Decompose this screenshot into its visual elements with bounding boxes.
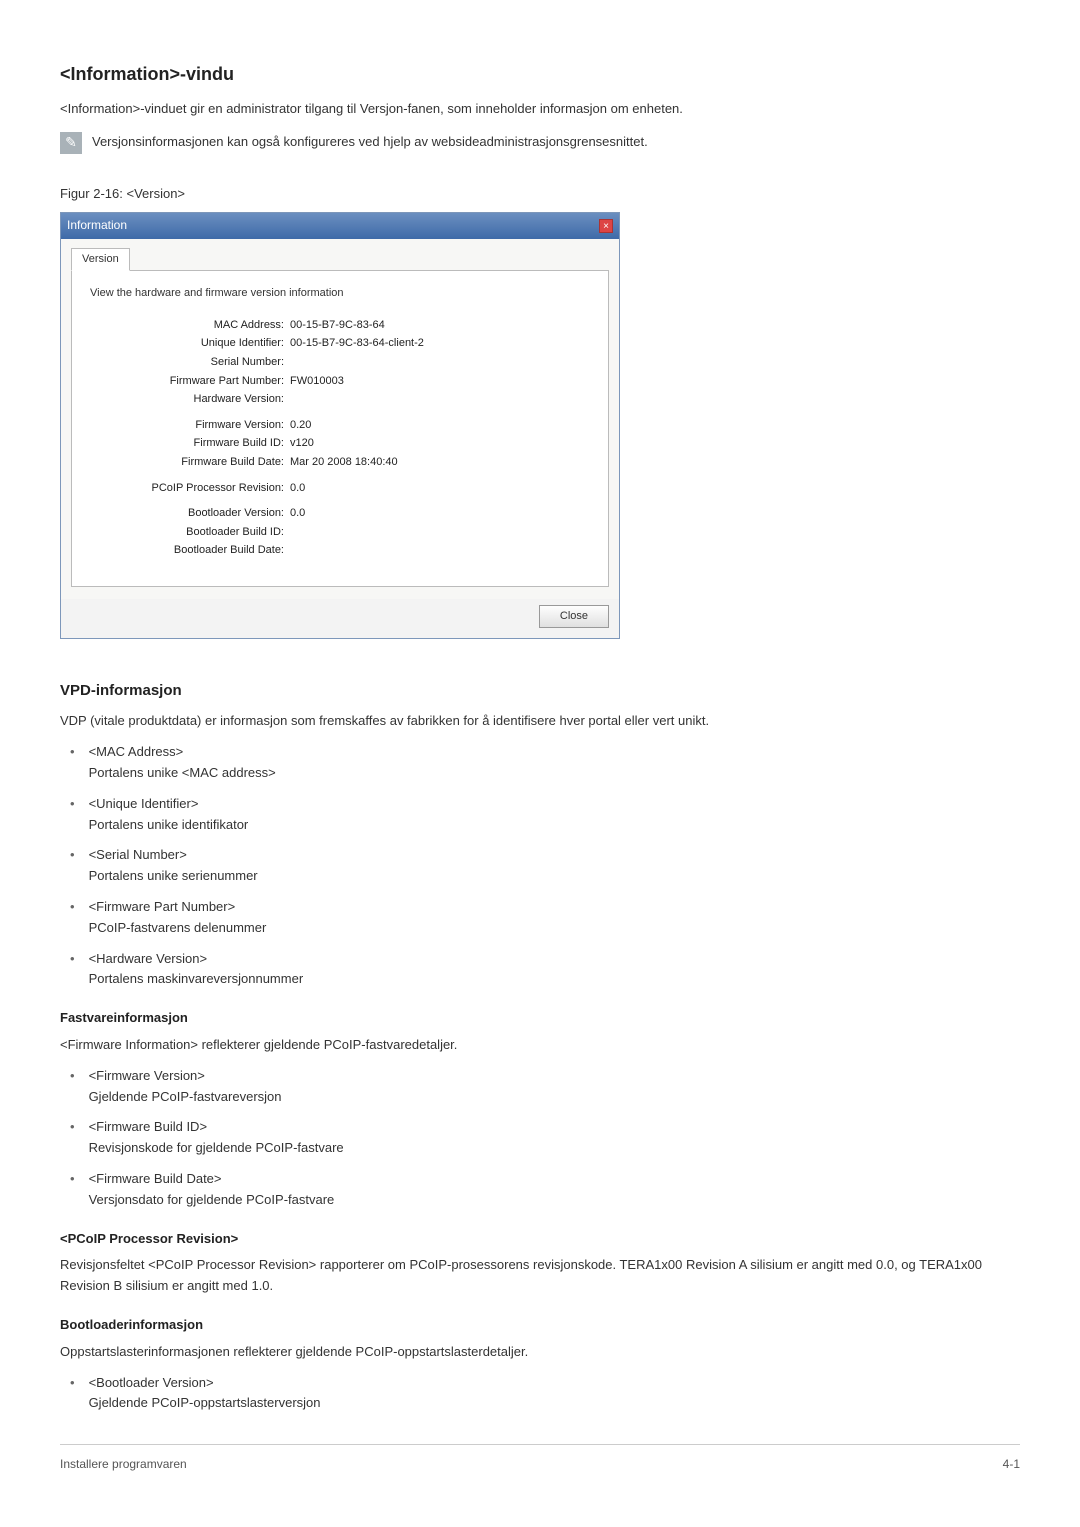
bullet-icon: • — [70, 1066, 75, 1087]
bullet-icon: • — [70, 897, 75, 918]
info-label: Serial Number: — [90, 354, 290, 372]
list-item: • <Bootloader Version>Gjeldende PCoIP-opp… — [70, 1373, 1020, 1415]
info-row: Bootloader Version:0.0 — [90, 505, 590, 523]
tab-version[interactable]: Version — [71, 248, 130, 272]
info-row: MAC Address:00-15-B7-9C-83-64 — [90, 317, 590, 335]
info-label: Firmware Build Date: — [90, 454, 290, 472]
tab-content: View the hardware and firmware version i… — [71, 270, 609, 587]
info-value: Mar 20 2008 18:40:40 — [290, 454, 398, 472]
heading-vpd: VPD-informasjon — [60, 679, 1020, 703]
info-label: PCoIP Processor Revision: — [90, 480, 290, 498]
vpd-intro: VDP (vitale produktdata) er informasjon … — [60, 711, 1020, 732]
info-value: v120 — [290, 435, 314, 453]
bullet-icon: • — [70, 949, 75, 970]
item-title: <Unique Identifier> — [89, 794, 1020, 815]
info-row: Bootloader Build ID: — [90, 524, 590, 542]
heading-pcoip: <PCoIP Processor Revision> — [60, 1229, 1020, 1250]
bullet-icon: • — [70, 845, 75, 866]
item-desc: PCoIP-fastvarens delenummer — [89, 918, 1020, 939]
item-desc: Revisjonskode for gjeldende PCoIP-fastva… — [89, 1138, 1020, 1159]
item-title: <Firmware Version> — [89, 1066, 1020, 1087]
bullet-icon: • — [70, 1169, 75, 1190]
fastvare-intro: <Firmware Information> reflekterer gjeld… — [60, 1035, 1020, 1056]
dialog-titlebar: Information × — [61, 213, 619, 238]
item-title: <Firmware Part Number> — [89, 897, 1020, 918]
info-label: Bootloader Version: — [90, 505, 290, 523]
list-item: • <Firmware Build Date>Versjonsdato for g… — [70, 1169, 1020, 1211]
info-value: FW010003 — [290, 373, 344, 391]
info-row: Unique Identifier:00-15-B7-9C-83-64-clie… — [90, 335, 590, 353]
figure-caption: Figur 2-16: <Version> — [60, 184, 1020, 205]
close-button[interactable]: Close — [539, 605, 609, 629]
page-footer: Installere programvaren 4-1 — [60, 1444, 1020, 1474]
info-label: Bootloader Build ID: — [90, 524, 290, 542]
page-title: <Information>-vindu — [60, 60, 1020, 89]
heading-bootloader: Bootloaderinformasjon — [60, 1315, 1020, 1336]
info-value: 00-15-B7-9C-83-64-client-2 — [290, 335, 424, 353]
bullet-icon: • — [70, 1373, 75, 1394]
bootloader-intro: Oppstartslasterinformasjonen reflekterer… — [60, 1342, 1020, 1363]
info-label: Firmware Build ID: — [90, 435, 290, 453]
item-desc: Gjeldende PCoIP-oppstartslasterversjon — [89, 1393, 1020, 1414]
item-title: <Firmware Build ID> — [89, 1117, 1020, 1138]
item-title: <Firmware Build Date> — [89, 1169, 1020, 1190]
info-label: Hardware Version: — [90, 391, 290, 409]
dialog-title: Information — [67, 216, 127, 235]
info-label: Unique Identifier: — [90, 335, 290, 353]
info-row: Firmware Build Date:Mar 20 2008 18:40:40 — [90, 454, 590, 472]
list-item: • <Hardware Version>Portalens maskinvarev… — [70, 949, 1020, 991]
dialog-description: View the hardware and firmware version i… — [90, 285, 590, 303]
list-item: • <Firmware Part Number>PCoIP-fastvarens … — [70, 897, 1020, 939]
list-item: • <Firmware Version>Gjeldende PCoIP-fastv… — [70, 1066, 1020, 1108]
info-value: 0.0 — [290, 505, 305, 523]
item-desc: Portalens maskinvareversjonnummer — [89, 969, 1020, 990]
intro-paragraph: <Information>-vinduet gir en administrat… — [60, 99, 1020, 120]
info-row: Firmware Build ID:v120 — [90, 435, 590, 453]
item-title: <Bootloader Version> — [89, 1373, 1020, 1394]
info-label: Bootloader Build Date: — [90, 542, 290, 560]
note-row: ✎ Versjonsinformasjonen kan også konfigu… — [60, 132, 1020, 154]
item-desc: Versjonsdato for gjeldende PCoIP-fastvar… — [89, 1190, 1020, 1211]
pencil-icon: ✎ — [60, 132, 82, 154]
item-title: <MAC Address> — [89, 742, 1020, 763]
item-title: <Serial Number> — [89, 845, 1020, 866]
info-row: Serial Number: — [90, 354, 590, 372]
bullet-icon: • — [70, 742, 75, 763]
close-icon[interactable]: × — [599, 219, 613, 233]
note-text: Versjonsinformasjonen kan også konfigure… — [92, 132, 648, 153]
list-item: • <Firmware Build ID>Revisjonskode for gj… — [70, 1117, 1020, 1159]
info-row: Bootloader Build Date: — [90, 542, 590, 560]
fastvare-list: • <Firmware Version>Gjeldende PCoIP-fastv… — [60, 1066, 1020, 1211]
info-row: Hardware Version: — [90, 391, 590, 409]
info-row: Firmware Part Number:FW010003 — [90, 373, 590, 391]
info-row: PCoIP Processor Revision:0.0 — [90, 480, 590, 498]
info-label: Firmware Part Number: — [90, 373, 290, 391]
item-desc: Gjeldende PCoIP-fastvareversjon — [89, 1087, 1020, 1108]
info-row: Firmware Version:0.20 — [90, 417, 590, 435]
footer-right: 4-1 — [1003, 1455, 1020, 1474]
heading-fastvare: Fastvareinformasjon — [60, 1008, 1020, 1029]
info-label: MAC Address: — [90, 317, 290, 335]
list-item: • <MAC Address>Portalens unike <MAC addre… — [70, 742, 1020, 784]
list-item: • <Unique Identifier>Portalens unike iden… — [70, 794, 1020, 836]
info-value: 0.0 — [290, 480, 305, 498]
bullet-icon: • — [70, 794, 75, 815]
item-desc: Portalens unike <MAC address> — [89, 763, 1020, 784]
info-value: 00-15-B7-9C-83-64 — [290, 317, 385, 335]
version-dialog: Information × Version View the hardware … — [60, 212, 620, 639]
item-desc: Portalens unike identifikator — [89, 815, 1020, 836]
info-label: Firmware Version: — [90, 417, 290, 435]
footer-left: Installere programvaren — [60, 1455, 187, 1474]
info-value: 0.20 — [290, 417, 311, 435]
item-title: <Hardware Version> — [89, 949, 1020, 970]
vpd-list: • <MAC Address>Portalens unike <MAC addre… — [60, 742, 1020, 990]
bootloader-list: • <Bootloader Version>Gjeldende PCoIP-opp… — [60, 1373, 1020, 1415]
bullet-icon: • — [70, 1117, 75, 1138]
item-desc: Portalens unike serienummer — [89, 866, 1020, 887]
pcoip-intro: Revisjonsfeltet <PCoIP Processor Revisio… — [60, 1255, 1020, 1297]
list-item: • <Serial Number>Portalens unike serienum… — [70, 845, 1020, 887]
